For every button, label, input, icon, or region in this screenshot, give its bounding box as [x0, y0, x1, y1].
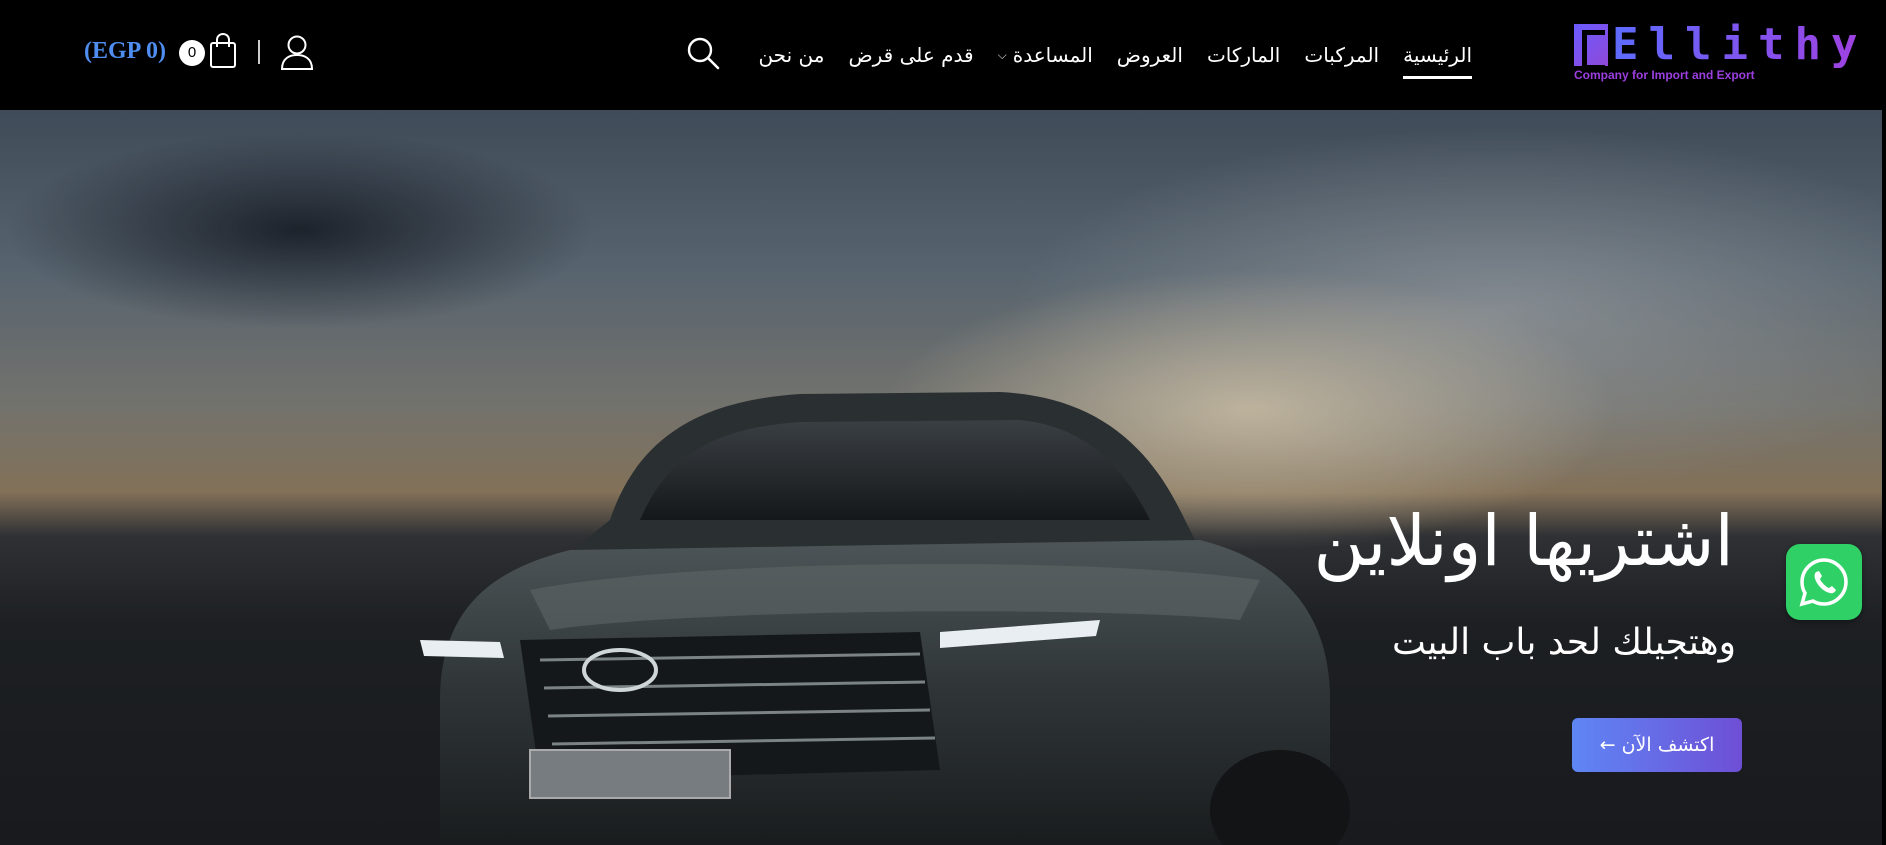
hero-subtitle: وهتجيلك لحد باب البيت	[1392, 622, 1736, 663]
hero-car-image	[420, 392, 1350, 845]
nav-item-offers[interactable]: العروض	[1117, 43, 1183, 67]
nav-item-label: قدم على قرض	[848, 43, 974, 67]
nav-item-brands[interactable]: الماركات	[1207, 43, 1280, 67]
hero-title: اشتريها اونلاين	[1313, 500, 1735, 582]
nav-item-vehicles[interactable]: المركبات	[1304, 43, 1379, 67]
hero-banner: اشتريها اونلاين وهتجيلك لحد باب البيت اك…	[0, 110, 1882, 845]
shopping-bag-icon[interactable]	[209, 32, 237, 69]
nav-item-help[interactable]: المساعدة ⌵	[998, 43, 1093, 67]
nav-item-label: من نحن	[758, 43, 825, 67]
nav-item-label: الرئيسية	[1403, 43, 1472, 67]
nav-item-label: الماركات	[1206, 43, 1281, 67]
chevron-down-icon: ⌵	[997, 47, 1007, 62]
cart-count-badge[interactable]: 0	[179, 40, 205, 66]
search-icon[interactable]	[686, 36, 720, 70]
nav-item-label: العروض	[1116, 43, 1183, 67]
discover-now-button[interactable]: اكتشف الآن ←	[1572, 718, 1742, 772]
main-nav: الرئيسية المركبات الماركات العروض المساع…	[758, 0, 1472, 110]
brand-wordmark: Ellithy	[1612, 19, 1868, 70]
nav-item-about[interactable]: من نحن	[758, 43, 824, 67]
whatsapp-icon[interactable]	[1786, 544, 1862, 620]
cart-total[interactable]: (EGP 0)	[84, 38, 166, 65]
nav-item-apply-loan[interactable]: قدم على قرض	[848, 43, 973, 67]
site-header: Ellithy Company for Import and Export ال…	[0, 0, 1886, 110]
nav-item-label: المركبات	[1304, 43, 1380, 67]
nav-item-home[interactable]: الرئيسية	[1403, 43, 1472, 79]
user-icon[interactable]	[280, 34, 314, 70]
nav-item-label: المساعدة	[1012, 43, 1093, 67]
header-divider	[258, 40, 260, 64]
logo-mark-icon	[1574, 24, 1608, 70]
brand-tagline: Company for Import and Export	[1574, 68, 1755, 82]
brand-logo[interactable]: Ellithy Company for Import and Export	[1572, 20, 1857, 84]
